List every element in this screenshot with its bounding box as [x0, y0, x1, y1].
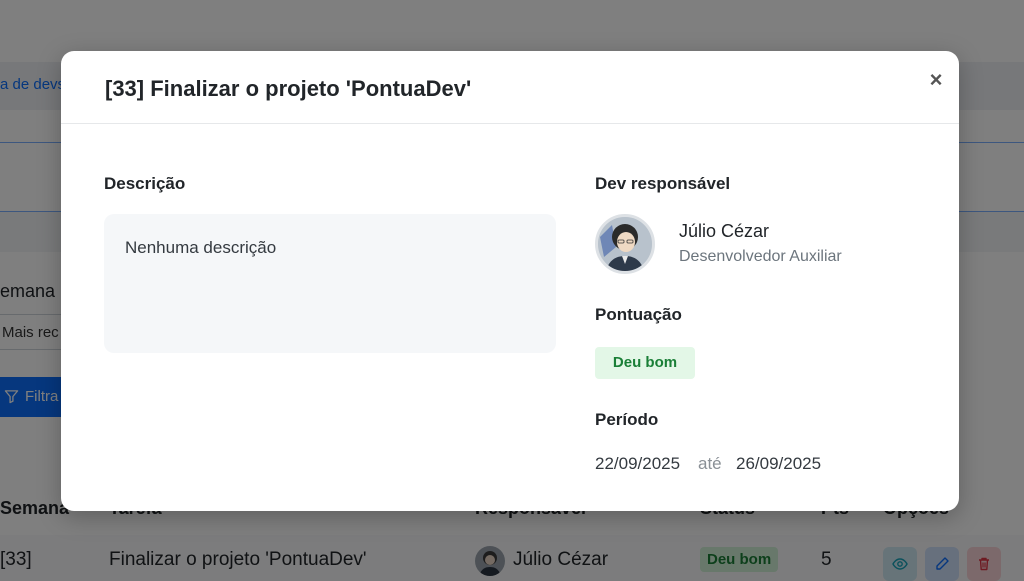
dev-responsible-label: Dev responsável: [595, 174, 731, 193]
status-badge: Deu bom: [595, 347, 695, 379]
description-text: Nenhuma descrição: [125, 238, 277, 257]
description-label: Descrição: [104, 174, 186, 193]
modal-title: [33] Finalizar o projeto 'PontuaDev': [105, 76, 472, 101]
modal-header: [33] Finalizar o projeto 'PontuaDev' ×: [61, 51, 959, 124]
task-detail-modal: [33] Finalizar o projeto 'PontuaDev' × D…: [61, 51, 959, 511]
period-end-date: 26/09/2025: [736, 454, 822, 473]
period-separator: até: [698, 454, 722, 473]
period-label: Período: [595, 410, 659, 429]
dev-name: Júlio Cézar: [679, 221, 770, 241]
dev-role: Desenvolvedor Auxiliar: [679, 248, 842, 265]
description-box: Nenhuma descrição: [104, 214, 556, 353]
score-label: Pontuação: [595, 305, 682, 324]
avatar: [595, 214, 655, 274]
close-icon[interactable]: ×: [926, 68, 946, 92]
period-start-date: 22/09/2025: [595, 454, 681, 473]
